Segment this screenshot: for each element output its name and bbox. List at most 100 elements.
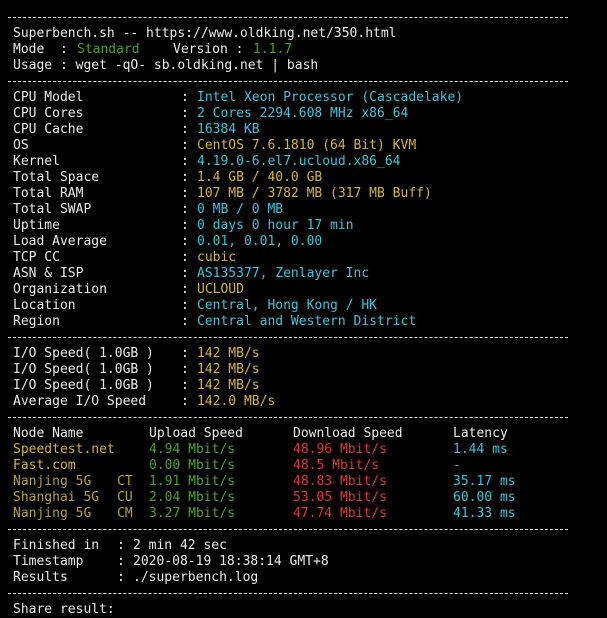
info-label: Organization bbox=[13, 282, 107, 297]
info-label: CPU Cache bbox=[13, 122, 84, 137]
info-colon: : bbox=[181, 282, 189, 297]
info-label: Kernel bbox=[13, 154, 60, 169]
system-info-row: CPU Model: Intel Xeon Processor (Cascadel… bbox=[13, 90, 607, 106]
node-name: Shanghai 5G bbox=[13, 490, 100, 505]
io-value: 142 MB/s bbox=[197, 378, 260, 393]
info-label: Total Space bbox=[13, 170, 100, 185]
info-colon: : bbox=[181, 218, 189, 233]
download-speed: 53.05 Mbit/s bbox=[293, 490, 387, 505]
latency: 60.00 ms bbox=[453, 490, 516, 505]
info-colon: : bbox=[181, 202, 189, 217]
info-colon: : bbox=[181, 122, 189, 137]
separator-line bbox=[8, 10, 607, 26]
system-info-row: CPU Cores:2 Cores 2294.608 MHz x86_64 bbox=[13, 106, 607, 122]
info-value: 107 MB / 3782 MB (317 MB Buff) bbox=[197, 186, 432, 201]
system-info-row: Uptime:0 days 0 hour 17 min bbox=[13, 218, 607, 234]
summary-colon: : bbox=[117, 554, 125, 569]
io-speed-row: I/O Speed( 1.0GB ):142 MB/s bbox=[13, 378, 607, 394]
latency: 35.17 ms bbox=[453, 474, 516, 489]
io-colon: : bbox=[181, 362, 189, 377]
latency: - bbox=[453, 458, 461, 473]
io-colon: : bbox=[181, 346, 189, 361]
info-value: Central, Hong Kong / HK bbox=[197, 298, 378, 313]
info-value: 16384 KB bbox=[197, 122, 260, 137]
share-result-line: Share result: bbox=[13, 602, 115, 617]
io-label: I/O Speed( 1.0GB ) bbox=[13, 346, 154, 361]
download-speed: 47.74 Mbit/s bbox=[293, 506, 387, 521]
download-speed: 48.96 Mbit/s bbox=[293, 442, 387, 457]
upload-speed: 0.00 Mbit/s bbox=[149, 458, 236, 473]
download-speed: 48.5 Mbit/s bbox=[293, 458, 380, 473]
system-info-row: Load Average:0.01, 0.01, 0.00 bbox=[13, 234, 607, 250]
download-speed: 48.83 Mbit/s bbox=[293, 474, 387, 489]
info-label: OS bbox=[13, 138, 29, 153]
speed-table-rows: Speedtest.net 4.94 Mbit/s 48.96 Mbit/s 1.44… bbox=[13, 442, 607, 522]
col-upload-speed: Upload Speed bbox=[149, 426, 243, 441]
system-info-row: Kernel:4.19.0-6.el7.ucloud.x86_64 bbox=[13, 154, 607, 170]
latency: 41.33 ms bbox=[453, 506, 516, 521]
io-colon: : bbox=[181, 378, 189, 393]
info-label: Total SWAP bbox=[13, 202, 92, 217]
io-speed-row: I/O Speed( 1.0GB ):142 MB/s bbox=[13, 362, 607, 378]
col-node-name: Node Name bbox=[13, 426, 84, 441]
summary-label: Timestamp bbox=[13, 554, 84, 569]
system-info-row: Region: Central and Western District bbox=[13, 314, 607, 330]
io-speed-row: Average I/O Speed:142.0 MB/s bbox=[13, 394, 607, 410]
table-row: Speedtest.net 4.94 Mbit/s 48.96 Mbit/s 1.44… bbox=[13, 442, 607, 458]
io-colon: : bbox=[181, 394, 189, 409]
info-colon: : bbox=[181, 154, 189, 169]
summary-value: 2020-08-19 18:38:14 GMT+8 bbox=[133, 554, 329, 569]
system-info-row: Total SWAP:0 MB / 0 MB bbox=[13, 202, 607, 218]
col-latency: Latency bbox=[453, 426, 508, 441]
latency: 1.44 ms bbox=[453, 442, 508, 457]
summary-label: Results bbox=[13, 570, 68, 585]
io-label: I/O Speed( 1.0GB ) bbox=[13, 378, 154, 393]
mode-value: Standard bbox=[77, 42, 140, 57]
version-label: Version : bbox=[173, 42, 244, 57]
info-label: TCP CC bbox=[13, 250, 60, 265]
version-value: 1.1.7 bbox=[253, 42, 293, 57]
info-value: Intel Xeon Processor (Cascadelake) bbox=[197, 90, 464, 105]
summary-colon: : bbox=[117, 570, 125, 585]
mode-label: Mode : bbox=[13, 42, 68, 57]
usage-line: Usage : wget -qO- sb.oldking.net | bash bbox=[13, 58, 319, 73]
summary-row: Results: ./superbench.log bbox=[13, 570, 607, 586]
info-value: AS135377, Zenlayer Inc bbox=[197, 266, 370, 281]
info-colon: : bbox=[181, 314, 189, 329]
mode-line: Mode : Standard Version : 1.1.7 bbox=[13, 42, 607, 58]
system-info-block: CPU Model: Intel Xeon Processor (Cascadel… bbox=[13, 90, 607, 330]
info-label: CPU Cores bbox=[13, 106, 84, 121]
node-isp: CU bbox=[117, 490, 133, 505]
info-value: 0.01, 0.01, 0.00 bbox=[197, 234, 323, 249]
io-label: I/O Speed( 1.0GB ) bbox=[13, 362, 154, 377]
table-row: Fast.com 0.00 Mbit/s 48.5 Mbit/s - bbox=[13, 458, 607, 474]
info-value: cubic bbox=[197, 250, 237, 265]
system-info-row: OS: CentOS 7.6.1810 (64 Bit) KVM bbox=[13, 138, 607, 154]
info-colon: : bbox=[181, 186, 189, 201]
upload-speed: 1.91 Mbit/s bbox=[149, 474, 236, 489]
io-value: 142 MB/s bbox=[197, 346, 260, 361]
node-name: Nanjing 5G bbox=[13, 474, 92, 489]
summary-value: 2 min 42 sec bbox=[133, 538, 227, 553]
system-info-row: Total RAM:107 MB / 3782 MB (317 MB Buff) bbox=[13, 186, 607, 202]
table-row: Nanjing 5G CM 3.27 Mbit/s 47.74 Mbit/s 41.33… bbox=[13, 506, 607, 522]
info-colon: : bbox=[181, 106, 189, 121]
node-name: Nanjing 5G bbox=[13, 506, 92, 521]
info-label: Load Average bbox=[13, 234, 107, 249]
io-label: Average I/O Speed bbox=[13, 394, 147, 409]
io-speed-row: I/O Speed( 1.0GB ):142 MB/s bbox=[13, 346, 607, 362]
info-value: 1.4 GB / 40.0 GB bbox=[197, 170, 323, 185]
separator-line bbox=[8, 586, 607, 602]
summary-colon: : bbox=[117, 538, 125, 553]
info-label: Uptime bbox=[13, 218, 60, 233]
node-name: Speedtest.net bbox=[13, 442, 115, 457]
system-info-row: Organization: UCLOUD bbox=[13, 282, 607, 298]
node-name: Fast.com bbox=[13, 458, 76, 473]
separator-line bbox=[8, 522, 607, 538]
terminal-output[interactable]: Superbench.sh -- https://www.oldking.net… bbox=[8, 10, 607, 618]
system-info-row: Location: Central, Hong Kong / HK bbox=[13, 298, 607, 314]
info-value: Central and Western District bbox=[197, 314, 417, 329]
info-label: Total RAM bbox=[13, 186, 84, 201]
system-info-row: ASN & ISP: AS135377, Zenlayer Inc bbox=[13, 266, 607, 282]
node-isp: CM bbox=[117, 506, 133, 521]
